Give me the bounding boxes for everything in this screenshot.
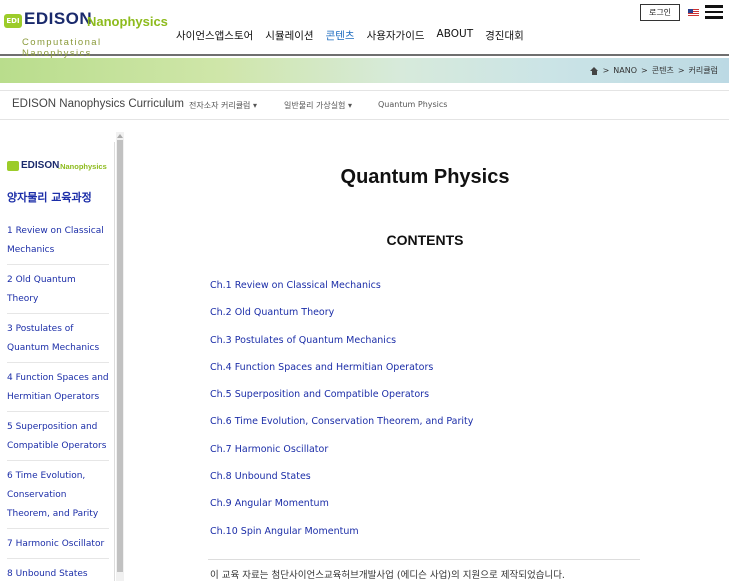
sidebar-logo-suffix: .Nanophysics — [58, 162, 107, 171]
sidebar-item[interactable]: 3 Postulates of Quantum Mechanics — [7, 320, 109, 363]
home-icon[interactable] — [589, 66, 599, 75]
logo-mark-icon — [7, 161, 19, 171]
subnav-general-physics-dropdown[interactable]: 일반물리 가상실험 ▾ — [284, 100, 352, 111]
sidebar-scrollbar[interactable] — [116, 132, 124, 581]
breadcrumb-item-nano[interactable]: NANO — [613, 66, 637, 75]
page-title: Quantum Physics — [340, 166, 510, 188]
chapter-link[interactable]: Ch.2 Old Quantum Theory — [210, 307, 473, 334]
sidebar-logo: EDISON .Nanophysics — [7, 160, 112, 174]
nav-item-user-guide[interactable]: 사용자가이드 — [367, 28, 425, 43]
chapter-link[interactable]: Ch.4 Function Spaces and Hermitian Opera… — [210, 362, 473, 389]
subnav-electronic-device-dropdown[interactable]: 전자소자 커리큘럼 ▾ — [189, 100, 257, 111]
sidebar-item[interactable]: 6 Time Evolution, Conservation Theorem, … — [7, 467, 109, 529]
funding-note: 이 교육 자료는 첨단사이언스교육허브개발사업 (에디슨 사업)의 지원으로 제… — [210, 570, 565, 581]
breadcrumb-item-contents[interactable]: 콘텐츠 — [652, 65, 674, 76]
breadcrumb-item-curriculum[interactable]: 커리큘럼 — [689, 65, 718, 76]
sidebar-item[interactable]: 4 Function Spaces and Hermitian Operator… — [7, 369, 109, 412]
logo-mark-icon: EDI — [4, 14, 22, 28]
contents-heading: CONTENTS — [386, 232, 464, 248]
logo-tagline: Computational Nanophysics — [22, 37, 102, 59]
site-header: EDI EDISON Nanophysics Computational Nan… — [0, 0, 729, 59]
site-logo[interactable]: EDI EDISON Nanophysics Computational Nan… — [4, 6, 168, 59]
nav-item-science-appstore[interactable]: 사이언스앱스토어 — [176, 28, 253, 43]
logo-brand: EDISON — [24, 9, 93, 28]
chapter-list: Ch.1 Review on Classical Mechanics Ch.2 … — [210, 280, 473, 553]
chapter-link[interactable]: Ch.6 Time Evolution, Conservation Theore… — [210, 416, 473, 443]
chapter-link[interactable]: Ch.8 Unbound States — [210, 471, 473, 498]
sidebar-item[interactable]: 5 Superposition and Compatible Operators — [7, 418, 109, 461]
subnav-quantum-physics[interactable]: Quantum Physics — [378, 100, 447, 109]
us-flag-icon[interactable] — [688, 9, 699, 16]
chapter-link[interactable]: Ch.9 Angular Momentum — [210, 498, 473, 525]
sidebar-item[interactable]: 1 Review on Classical Mechanics — [7, 222, 109, 265]
footer-divider — [208, 559, 640, 560]
hamburger-menu-icon[interactable] — [705, 5, 723, 19]
sidebar: EDISON .Nanophysics 양자물리 교육과정 1 Review o… — [0, 132, 124, 581]
sidebar-logo-brand: EDISON — [21, 160, 60, 171]
chapter-link[interactable]: Ch.3 Postulates of Quantum Mechanics — [210, 335, 473, 362]
sidebar-title: 양자물리 교육과정 — [7, 191, 92, 204]
breadcrumb: > NANO > 콘텐츠 > 커리큘럼 — [589, 65, 718, 76]
sub-nav: EDISON Nanophysics Curriculum 전자소자 커리큘럼 … — [0, 90, 729, 120]
nav-item-competition[interactable]: 경진대회 — [485, 28, 524, 43]
sidebar-item[interactable]: 8 Unbound States — [7, 565, 109, 581]
login-button[interactable]: 로그인 — [640, 4, 680, 21]
sidebar-list: 1 Review on Classical Mechanics 2 Old Qu… — [7, 222, 109, 581]
page-banner: > NANO > 콘텐츠 > 커리큘럼 — [0, 58, 729, 83]
scroll-up-icon[interactable] — [117, 134, 123, 138]
breadcrumb-separator: > — [641, 66, 648, 75]
chapter-link[interactable]: Ch.7 Harmonic Oscillator — [210, 444, 473, 471]
sidebar-item[interactable]: 7 Harmonic Oscillator — [7, 535, 109, 559]
nav-item-simulation[interactable]: 시뮬레이션 — [265, 28, 313, 43]
nav-item-contents[interactable]: 콘텐츠 — [326, 28, 355, 43]
breadcrumb-separator: > — [677, 66, 685, 75]
chapter-link[interactable]: Ch.5 Superposition and Compatible Operat… — [210, 389, 473, 416]
main-nav: 사이언스앱스토어 시뮬레이션 콘텐츠 사용자가이드 ABOUT 경진대회 — [176, 28, 536, 43]
subnav-title[interactable]: EDISON Nanophysics Curriculum — [12, 98, 184, 110]
chapter-link[interactable]: Ch.10 Spin Angular Momentum — [210, 526, 473, 553]
scrollbar-thumb[interactable] — [117, 140, 123, 572]
breadcrumb-separator: > — [602, 66, 610, 75]
nav-item-about[interactable]: ABOUT — [437, 28, 474, 43]
chapter-link[interactable]: Ch.1 Review on Classical Mechanics — [210, 280, 473, 307]
logo-suffix: Nanophysics — [87, 14, 168, 29]
sidebar-item[interactable]: 2 Old Quantum Theory — [7, 271, 109, 314]
